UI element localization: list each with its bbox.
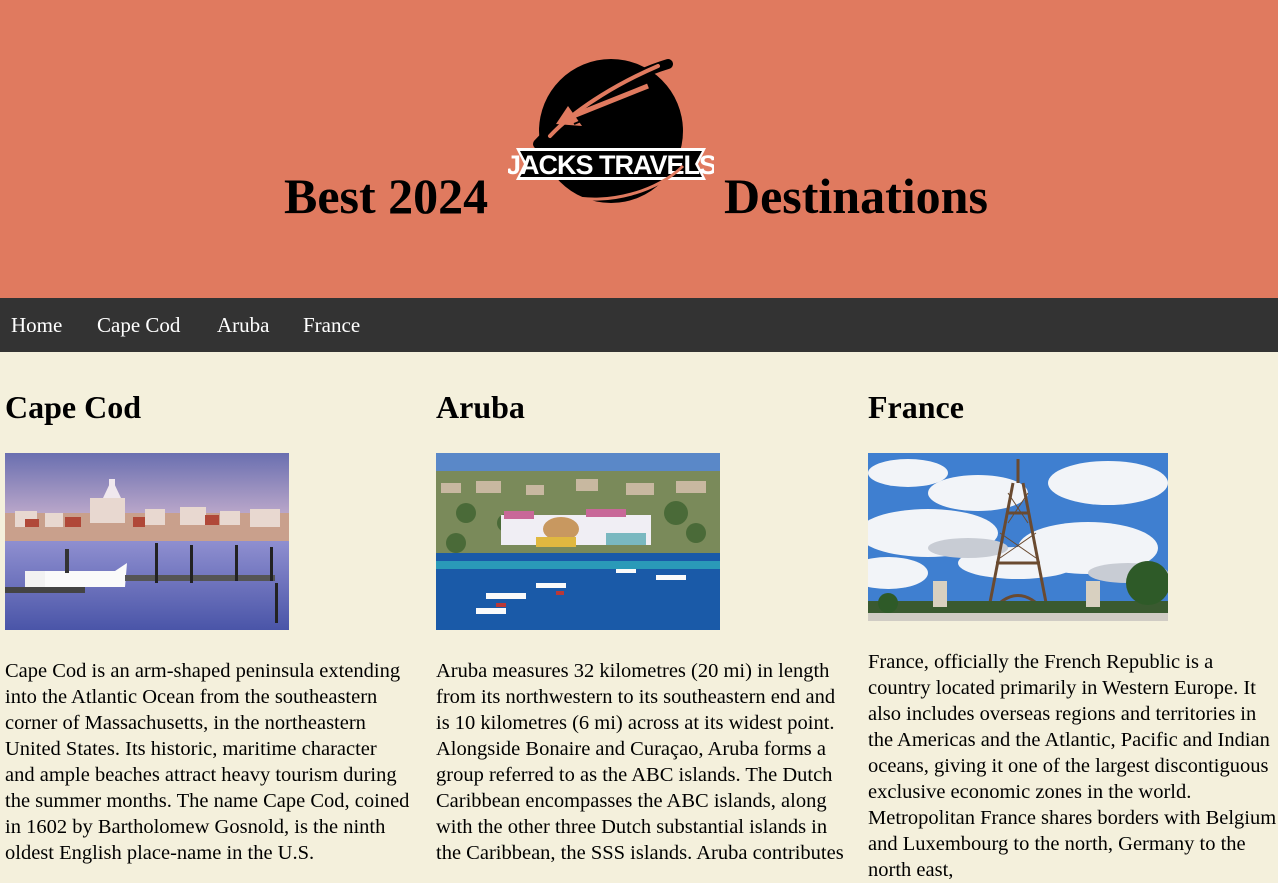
- destination-description: Cape Cod is an arm-shaped peninsula exte…: [5, 660, 410, 864]
- nav-item-home[interactable]: Home: [11, 298, 62, 352]
- destination-description: Aruba measures 32 kilometres (20 mi) in …: [436, 660, 844, 864]
- destination-description: France, officially the French Republic i…: [868, 651, 1277, 881]
- eiffel-tower-photo: [868, 453, 1168, 621]
- site-header: Best 2024 JACKS TRAVELS Destinations: [0, 0, 1278, 298]
- section-heading: Aruba: [436, 389, 525, 425]
- jacks-travels-logo[interactable]: JACKS TRAVELS: [508, 56, 714, 212]
- header-title-left: Best 2024: [284, 168, 489, 224]
- main-nav: Home Cape Cod Aruba France: [0, 298, 1278, 352]
- nav-item-france[interactable]: France: [303, 298, 360, 352]
- aerial-town-photo: [436, 453, 720, 630]
- nav-item-cape-cod[interactable]: Cape Cod: [97, 298, 180, 352]
- harbor-photo: [5, 453, 289, 630]
- section-heading: France: [868, 389, 964, 425]
- logo-text: JACKS TRAVELS: [508, 150, 714, 180]
- header-title-right: Destinations: [724, 168, 988, 224]
- nav-item-aruba[interactable]: Aruba: [217, 298, 269, 352]
- section-heading: Cape Cod: [5, 389, 142, 425]
- logo-globe-icon: JACKS TRAVELS: [508, 59, 714, 203]
